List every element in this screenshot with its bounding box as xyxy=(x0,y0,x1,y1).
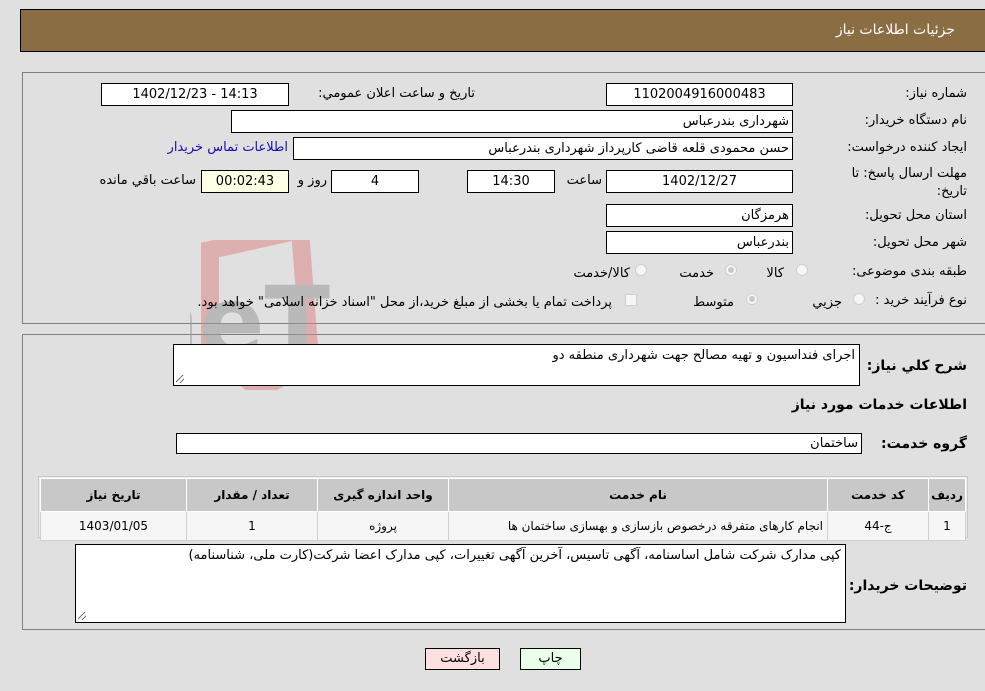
description-textarea[interactable]: اجرای فنداسیون و تهیه مصالح جهت شهرداری … xyxy=(173,344,860,386)
description-text: اجرای فنداسیون و تهیه مصالح جهت شهرداری … xyxy=(552,348,855,363)
col-header-row-number: ردیف xyxy=(928,478,966,512)
treasury-note: پرداخت تمام یا بخشی از مبلغ خرید،از محل … xyxy=(197,295,612,310)
deadline-label: مهلت ارسال پاسخ: تا تاریخ: xyxy=(851,166,967,199)
treasury-checkbox[interactable] xyxy=(625,294,637,306)
need-number-label: شماره نیاز: xyxy=(905,86,967,101)
cell-row-number: 1 xyxy=(928,511,966,541)
col-header-service-code: کد خدمت xyxy=(827,478,929,512)
buyer-contact-link[interactable]: اطلاعات تماس خریدار xyxy=(168,140,288,155)
category-label: طبقه بندی موضوعی: xyxy=(851,264,967,279)
print-button[interactable]: چاپ xyxy=(520,648,581,670)
description-label: شرح کلي نیاز: xyxy=(866,358,967,374)
category-radio-service[interactable] xyxy=(725,264,737,276)
resize-grip-icon[interactable] xyxy=(78,612,86,620)
need-number-field: 1102004916000483 xyxy=(606,83,793,106)
col-header-unit: واحد اندازه گیری xyxy=(317,478,449,512)
purchase-type-option-medium: متوسط xyxy=(693,295,734,310)
service-group-label: گروه خدمت: xyxy=(881,436,967,452)
buyer-notes-label: توضیحات خریدار: xyxy=(848,578,967,594)
page-title: جزئیات اطلاعات نیاز xyxy=(835,22,955,38)
col-header-need-date: تاریخ نیاز xyxy=(40,478,187,512)
purchase-type-radio-medium[interactable] xyxy=(746,293,758,305)
service-group-field: ساختمان xyxy=(176,433,862,454)
resize-grip-icon[interactable] xyxy=(176,375,184,383)
category-radio-goods[interactable] xyxy=(796,264,808,276)
deadline-time-field: 14:30 xyxy=(467,170,555,193)
purchase-type-radio-minor[interactable] xyxy=(853,293,865,305)
requester-field: حسن محمودی قلعه قاضی کارپرداز شهرداری بن… xyxy=(293,137,793,160)
cell-service-name: انجام کارهای متفرقه درخصوص بازسازی و بهس… xyxy=(448,511,828,541)
back-button[interactable]: بازگشت xyxy=(425,648,500,670)
category-option-goods-service: کالا/خدمت xyxy=(573,266,630,281)
buyer-notes-textarea[interactable]: کپی مدارک شرکت شامل اساسنامه، آگهی تاسیس… xyxy=(75,544,846,623)
purchase-type-label: نوع فرآیند خرید : xyxy=(875,293,967,308)
requester-label: ایجاد کننده درخواست: xyxy=(847,140,967,155)
table-header-row: ردیف کد خدمت نام خدمت واحد اندازه گیری ت… xyxy=(40,478,966,512)
days-label: روز و xyxy=(297,173,327,188)
province-label: استان محل تحویل: xyxy=(865,208,967,223)
services-section-title: اطلاعات خدمات مورد نیاز xyxy=(791,397,967,413)
page-header: جزئیات اطلاعات نیاز xyxy=(20,9,985,52)
city-label: شهر محل تحویل: xyxy=(872,235,967,250)
category-radio-goods-service[interactable] xyxy=(635,264,647,276)
deadline-time-label: ساعت xyxy=(566,173,602,188)
col-header-service-name: نام خدمت xyxy=(448,478,828,512)
time-remaining-field: 00:02:43 xyxy=(201,170,289,193)
services-table: ردیف کد خدمت نام خدمت واحد اندازه گیری ت… xyxy=(40,478,966,541)
announce-datetime-field: 1402/12/23 - 14:13 xyxy=(101,83,289,106)
table-row: 1 ج-44 انجام کارهای متفرقه درخصوص بازساز… xyxy=(40,511,966,541)
cell-quantity: 1 xyxy=(186,511,318,541)
city-field: بندرعباس xyxy=(606,231,793,254)
province-field: هرمزگان xyxy=(606,204,793,227)
buyer-org-label: نام دستگاه خریدار: xyxy=(864,113,967,128)
category-option-service: خدمت xyxy=(679,266,714,281)
deadline-date-field: 1402/12/27 xyxy=(606,170,793,193)
cell-unit: پروژه xyxy=(317,511,449,541)
time-remaining-label: ساعت باقي مانده xyxy=(99,173,196,188)
cell-need-date: 1403/01/05 xyxy=(40,511,187,541)
announce-datetime-label: تاریخ و ساعت اعلان عمومي: xyxy=(318,86,475,101)
cell-service-code: ج-44 xyxy=(827,511,929,541)
purchase-type-option-minor: جزيي xyxy=(812,295,842,310)
category-option-goods: کالا xyxy=(766,266,784,281)
col-header-quantity: تعداد / مقدار xyxy=(186,478,318,512)
buyer-org-field: شهرداری بندرعباس xyxy=(231,110,793,133)
buyer-notes-text: کپی مدارک شرکت شامل اساسنامه، آگهی تاسیس… xyxy=(188,548,841,563)
days-remaining-field: 4 xyxy=(331,170,419,193)
